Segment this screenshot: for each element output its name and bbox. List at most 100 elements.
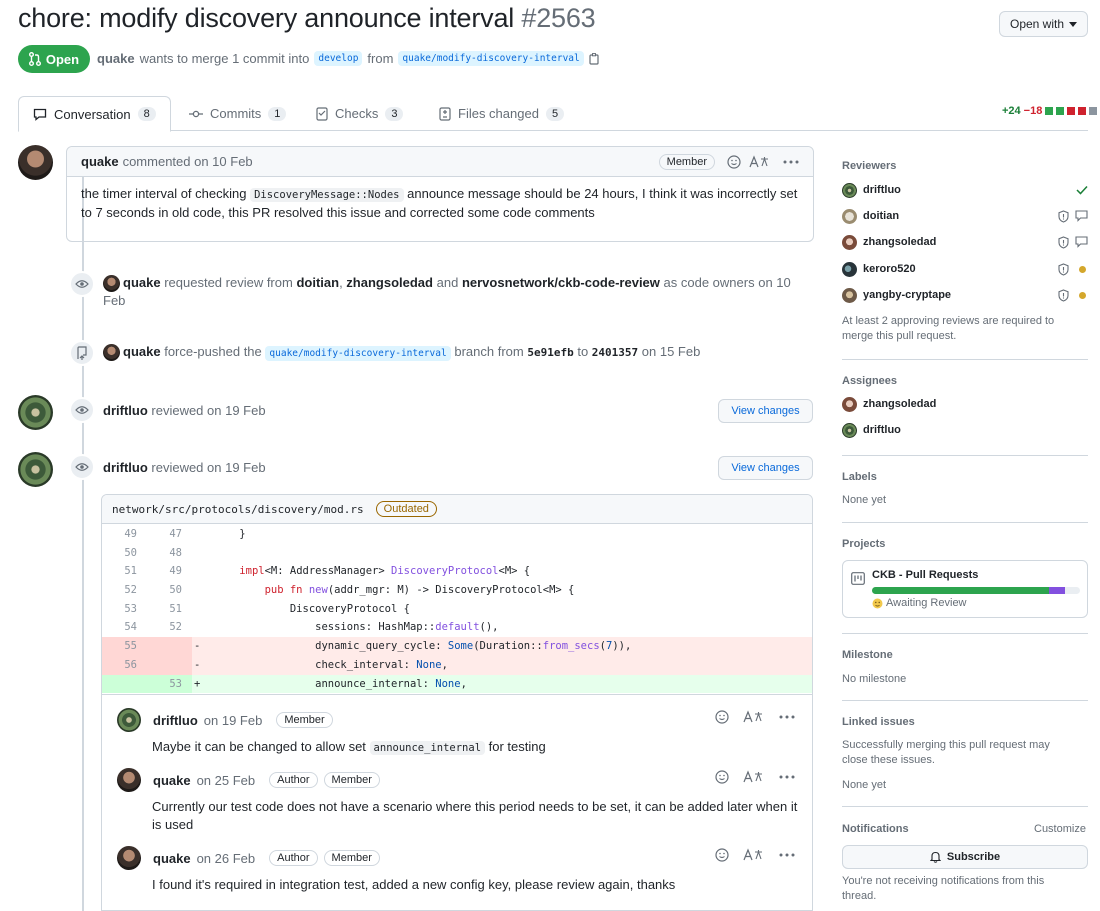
commit-sha[interactable]: 5e91efb: [527, 346, 573, 359]
open-with-button[interactable]: Open with: [999, 11, 1088, 37]
reviewer-row[interactable]: driftluo: [842, 180, 1088, 200]
event-date[interactable]: on 15 Feb: [642, 344, 701, 359]
assignee-row[interactable]: zhangsoledad: [842, 394, 1088, 414]
smiley-icon[interactable]: [715, 710, 729, 724]
reviewer-name[interactable]: keroro520: [863, 263, 916, 275]
tab-counter: 8: [137, 107, 156, 121]
tab-counter: 5: [545, 106, 565, 121]
reviewer-name[interactable]: doitian: [863, 210, 899, 222]
comment-author[interactable]: quake: [81, 154, 119, 169]
old-line-number[interactable]: 56: [102, 655, 147, 675]
avatar[interactable]: [18, 395, 53, 430]
avatar[interactable]: [117, 708, 141, 732]
translate-icon[interactable]: [743, 848, 765, 862]
smiley-icon[interactable]: [715, 770, 729, 784]
project-card[interactable]: CKB - Pull Requests Awaiting Review: [842, 560, 1088, 618]
file-diff-icon: [439, 106, 451, 121]
assignees-heading[interactable]: Assignees: [842, 375, 1088, 387]
commit-icon: [189, 110, 203, 117]
copy-icon[interactable]: [589, 52, 600, 65]
customize-link[interactable]: Customize: [1034, 823, 1086, 835]
old-line-number[interactable]: [102, 674, 147, 694]
new-line-number[interactable]: 48: [147, 544, 192, 563]
translate-icon[interactable]: [743, 710, 765, 724]
old-line-number[interactable]: 50: [102, 544, 147, 563]
tab-checks[interactable]: Checks 3: [316, 96, 404, 131]
new-line-number[interactable]: 49: [147, 562, 192, 581]
kebab-horizontal-icon[interactable]: [779, 853, 795, 857]
new-line-number[interactable]: 52: [147, 618, 192, 637]
old-line-number[interactable]: 54: [102, 618, 147, 637]
avatar[interactable]: [18, 145, 53, 180]
new-line-number[interactable]: 53: [147, 674, 192, 694]
reviewer-name[interactable]: yangby-cryptape: [863, 289, 951, 301]
file-path[interactable]: network/src/protocols/discovery/mod.rs: [112, 503, 364, 516]
event-actor[interactable]: quake: [123, 344, 161, 359]
tab-conversation[interactable]: Conversation 8: [18, 96, 171, 132]
event-actor[interactable]: driftluo: [103, 460, 148, 475]
team-link[interactable]: nervosnetwork/ckb-code-review: [462, 275, 660, 290]
milestone-heading[interactable]: Milestone: [842, 649, 1088, 661]
comment-author[interactable]: quake: [153, 851, 191, 866]
from-text: from: [367, 51, 394, 66]
avatar[interactable]: [103, 344, 120, 361]
projects-heading[interactable]: Projects: [842, 538, 1088, 550]
old-line-number[interactable]: 55: [102, 637, 147, 656]
avatar[interactable]: [117, 768, 141, 792]
base-branch[interactable]: develop: [314, 51, 363, 66]
kebab-horizontal-icon[interactable]: [779, 715, 795, 719]
avatar[interactable]: [117, 846, 141, 870]
new-line-number[interactable]: [147, 655, 192, 675]
new-line-number[interactable]: 50: [147, 581, 192, 600]
event-actor[interactable]: driftluo: [103, 403, 148, 418]
comment-date[interactable]: on 25 Feb: [197, 773, 256, 788]
author-link[interactable]: quake: [97, 51, 135, 66]
event-actor[interactable]: quake: [123, 275, 161, 290]
reviewer-row[interactable]: doitian: [842, 206, 1088, 226]
view-changes-button[interactable]: View changes: [718, 456, 813, 480]
avatar[interactable]: [18, 452, 53, 487]
tab-files-changed[interactable]: Files changed 5: [439, 96, 565, 131]
translate-icon[interactable]: [749, 154, 771, 169]
old-line-number[interactable]: 52: [102, 581, 147, 600]
reviewer-row[interactable]: zhangsoledad: [842, 232, 1088, 252]
assignee-name[interactable]: driftluo: [863, 424, 901, 436]
kebab-horizontal-icon[interactable]: [783, 160, 799, 164]
new-line-number[interactable]: [147, 637, 192, 656]
comment-author[interactable]: quake: [153, 773, 191, 788]
smiley-icon[interactable]: [715, 848, 729, 862]
commit-sha[interactable]: 2401357: [592, 346, 638, 359]
smiley-icon[interactable]: [727, 154, 741, 169]
translate-icon[interactable]: [743, 770, 765, 784]
diff-sign: +: [194, 677, 201, 690]
subscribe-button[interactable]: Subscribe: [842, 845, 1088, 869]
milestone-value: No milestone: [842, 673, 907, 685]
comment-date[interactable]: on 26 Feb: [197, 851, 256, 866]
tab-commits[interactable]: Commits 1: [189, 96, 287, 131]
reviewers-heading[interactable]: Reviewers: [842, 160, 1088, 172]
branch-label[interactable]: quake/modify-discovery-interval: [265, 346, 451, 361]
timeline-badge: [69, 271, 95, 297]
reply-header: quake on 26 Feb Author Member: [117, 846, 807, 870]
view-changes-button[interactable]: View changes: [718, 399, 813, 423]
linked-issues-heading[interactable]: Linked issues: [842, 716, 1088, 728]
comment-date[interactable]: on 19 Feb: [204, 713, 263, 728]
old-line-number[interactable]: 51: [102, 562, 147, 581]
old-line-number[interactable]: 49: [102, 525, 147, 544]
new-line-number[interactable]: 47: [147, 525, 192, 544]
assignee-row[interactable]: driftluo: [842, 420, 1088, 440]
head-branch[interactable]: quake/modify-discovery-interval: [398, 51, 584, 66]
labels-heading[interactable]: Labels: [842, 471, 1088, 483]
reviewer-row[interactable]: yangby-cryptape: [842, 285, 1088, 305]
kebab-horizontal-icon[interactable]: [779, 775, 795, 779]
project-name[interactable]: CKB - Pull Requests: [872, 569, 978, 581]
reviewer-name[interactable]: zhangsoledad: [863, 236, 936, 248]
new-line-number[interactable]: 51: [147, 600, 192, 619]
assignee-name[interactable]: zhangsoledad: [863, 398, 936, 410]
reviewer-link[interactable]: zhangsoledad: [346, 275, 433, 290]
old-line-number[interactable]: 53: [102, 600, 147, 619]
reviewer-name[interactable]: driftluo: [863, 184, 901, 196]
reviewer-link[interactable]: doitian: [296, 275, 339, 290]
reviewer-row[interactable]: keroro520: [842, 259, 1088, 279]
comment-author[interactable]: driftluo: [153, 713, 198, 728]
